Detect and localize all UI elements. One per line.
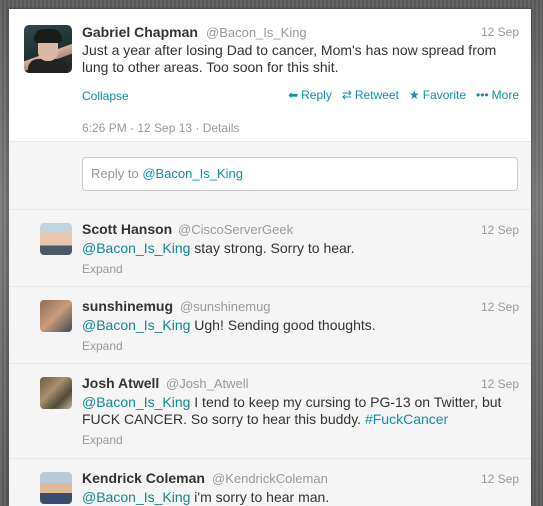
tweet-date[interactable]: 12 Sep	[481, 472, 519, 486]
reply-placeholder-prefix: Reply to	[91, 166, 143, 181]
reply-button[interactable]: ⬅ Reply	[288, 88, 332, 102]
author-handle[interactable]: @sunshinemug	[180, 299, 271, 314]
avatar[interactable]	[40, 300, 72, 332]
reply-arrow-icon: ⬅	[288, 88, 299, 102]
author-name[interactable]: Gabriel Chapman	[82, 24, 198, 40]
tweet-date[interactable]: 12 Sep	[481, 377, 519, 391]
mention-link[interactable]: @Bacon_Is_King	[82, 317, 190, 333]
tweet-body: i'm sorry to hear man.	[190, 489, 330, 505]
favorite-label: Favorite	[422, 88, 467, 102]
author-handle[interactable]: @Josh_Atwell	[166, 376, 249, 391]
retweet-button[interactable]: ⇄ Retweet	[342, 88, 399, 102]
avatar[interactable]	[40, 472, 72, 504]
author-handle[interactable]: @Bacon_Is_King	[206, 25, 307, 40]
hashtag-link[interactable]: #FuckCancer	[365, 411, 448, 427]
reply-tweet[interactable]: Josh Atwell @Josh_Atwell 12 Sep @Bacon_I…	[9, 364, 531, 459]
retweet-label: Retweet	[354, 88, 399, 102]
avatar[interactable]	[40, 377, 72, 409]
avatar-body-shape	[28, 59, 68, 73]
mention-link[interactable]: @Bacon_Is_King	[82, 240, 190, 256]
more-label: More	[491, 88, 519, 102]
favorite-button[interactable]: ★ Favorite	[409, 88, 466, 102]
author-name[interactable]: Kendrick Coleman	[82, 470, 205, 486]
expand-link[interactable]: Expand	[82, 339, 123, 353]
tweet-panel: Gabriel Chapman @Bacon_Is_King 12 Sep Ju…	[9, 9, 531, 506]
reply-tweet[interactable]: Scott Hanson @CiscoServerGeek 12 Sep @Ba…	[9, 210, 531, 287]
expand-link[interactable]: Expand	[82, 433, 123, 447]
author-name[interactable]: Scott Hanson	[82, 221, 172, 237]
retweet-icon: ⇄	[341, 88, 352, 102]
tweet-text: Just a year after losing Dad to cancer, …	[82, 42, 522, 76]
tweet-date[interactable]: 12 Sep	[481, 25, 519, 39]
reply-label: Reply	[301, 88, 332, 102]
avatar[interactable]	[24, 25, 72, 73]
reply-placeholder-mention: @Bacon_Is_King	[142, 166, 243, 181]
author-name[interactable]: Josh Atwell	[82, 375, 159, 391]
tweet-text: @Bacon_Is_King i'm sorry to hear man.	[82, 489, 512, 506]
reply-tweet[interactable]: sunshinemug @sunshinemug 12 Sep @Bacon_I…	[9, 287, 531, 364]
tweet-text-line-2: lung to other areas. Too soon for this s…	[82, 59, 339, 75]
author-handle[interactable]: @CiscoServerGeek	[178, 222, 293, 237]
tweet-timestamp-details[interactable]: 6:26 PM - 12 Sep 13 · Details	[82, 121, 239, 135]
tweet-text: @Bacon_Is_King stay strong. Sorry to hea…	[82, 240, 512, 257]
avatar[interactable]	[40, 223, 72, 255]
tweet-date[interactable]: 12 Sep	[481, 300, 519, 314]
mention-link[interactable]: @Bacon_Is_King	[82, 489, 190, 505]
tweet-actions: ⬅ Reply ⇄ Retweet ★ Favorite ••• More	[288, 88, 519, 102]
star-icon: ★	[408, 88, 420, 102]
author-handle[interactable]: @KendrickColeman	[212, 471, 328, 486]
main-tweet[interactable]: Gabriel Chapman @Bacon_Is_King 12 Sep Ju…	[9, 9, 531, 141]
reply-tweet[interactable]: Kendrick Coleman @KendrickColeman 12 Sep…	[9, 459, 531, 506]
tweet-text: @Bacon_Is_King Ugh! Sending good thought…	[82, 317, 512, 334]
author-name[interactable]: sunshinemug	[82, 298, 173, 314]
tweet-date[interactable]: 12 Sep	[481, 223, 519, 237]
ellipsis-icon: •••	[476, 88, 489, 102]
avatar-hair-shape	[34, 29, 62, 43]
reply-box-area: Reply to @Bacon_Is_King	[9, 142, 531, 210]
tweet-text: @Bacon_Is_King I tend to keep my cursing…	[82, 394, 512, 428]
tweet-body: stay strong. Sorry to hear.	[190, 240, 355, 256]
collapse-link[interactable]: Collapse	[82, 89, 129, 103]
expand-link[interactable]: Expand	[82, 262, 123, 276]
tweet-body: Ugh! Sending good thoughts.	[190, 317, 376, 333]
reply-input[interactable]: Reply to @Bacon_Is_King	[82, 157, 518, 191]
more-button[interactable]: ••• More	[476, 88, 519, 102]
mention-link[interactable]: @Bacon_Is_King	[82, 394, 190, 410]
tweet-text-line-1: Just a year after losing Dad to cancer, …	[82, 42, 497, 58]
